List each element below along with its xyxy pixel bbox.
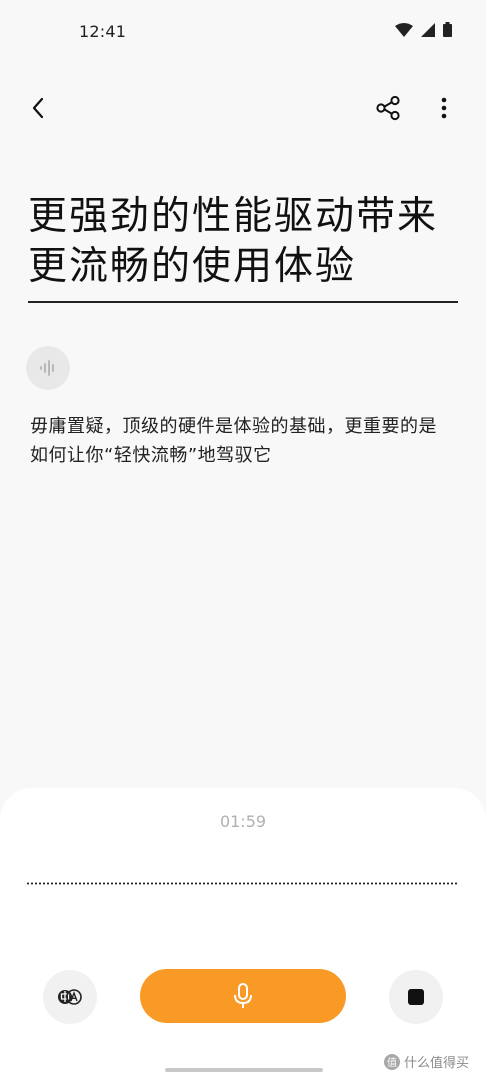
home-indicator[interactable] <box>165 1068 323 1072</box>
stop-icon <box>408 989 424 1005</box>
recording-timer: 01:59 <box>219 812 267 831</box>
title-area: 更强劲的性能驱动带来更流畅的使用体验 <box>28 192 458 292</box>
title-underline <box>28 301 458 303</box>
status-time: 12:41 <box>79 22 127 41</box>
more-vertical-icon <box>441 97 447 119</box>
battery-icon <box>443 22 452 37</box>
top-toolbar <box>0 88 486 128</box>
status-icons <box>395 22 452 37</box>
watermark: 值 什么值得买 <box>384 1052 469 1071</box>
more-options-button[interactable] <box>430 92 458 124</box>
status-bar: 12:41 <box>0 0 486 62</box>
note-body[interactable]: 毋庸置疑，顶级的硬件是体验的基础，更重要的是如何让你“轻快流畅”地驾驭它 <box>30 412 450 470</box>
stop-button[interactable] <box>389 970 443 1024</box>
translate-button[interactable] <box>43 970 97 1024</box>
back-arrow-icon <box>32 97 44 119</box>
audio-waveform-icon <box>40 360 54 376</box>
recording-waveform <box>26 882 458 885</box>
wifi-icon <box>395 22 413 37</box>
microphone-icon <box>234 983 252 1008</box>
note-title[interactable]: 更强劲的性能驱动带来更流畅的使用体验 <box>28 192 458 292</box>
watermark-text: 什么值得买 <box>404 1056 470 1071</box>
translate-icon <box>58 989 82 1005</box>
back-button[interactable] <box>24 92 52 124</box>
share-button[interactable] <box>372 92 404 124</box>
watermark-logo: 值 <box>384 1053 400 1070</box>
record-button[interactable] <box>140 969 346 1023</box>
signal-icon <box>421 22 435 37</box>
audio-attachment-button[interactable] <box>26 346 70 390</box>
share-icon <box>376 95 400 121</box>
recording-panel: 01:59 值 什么值得买 <box>0 788 486 1080</box>
